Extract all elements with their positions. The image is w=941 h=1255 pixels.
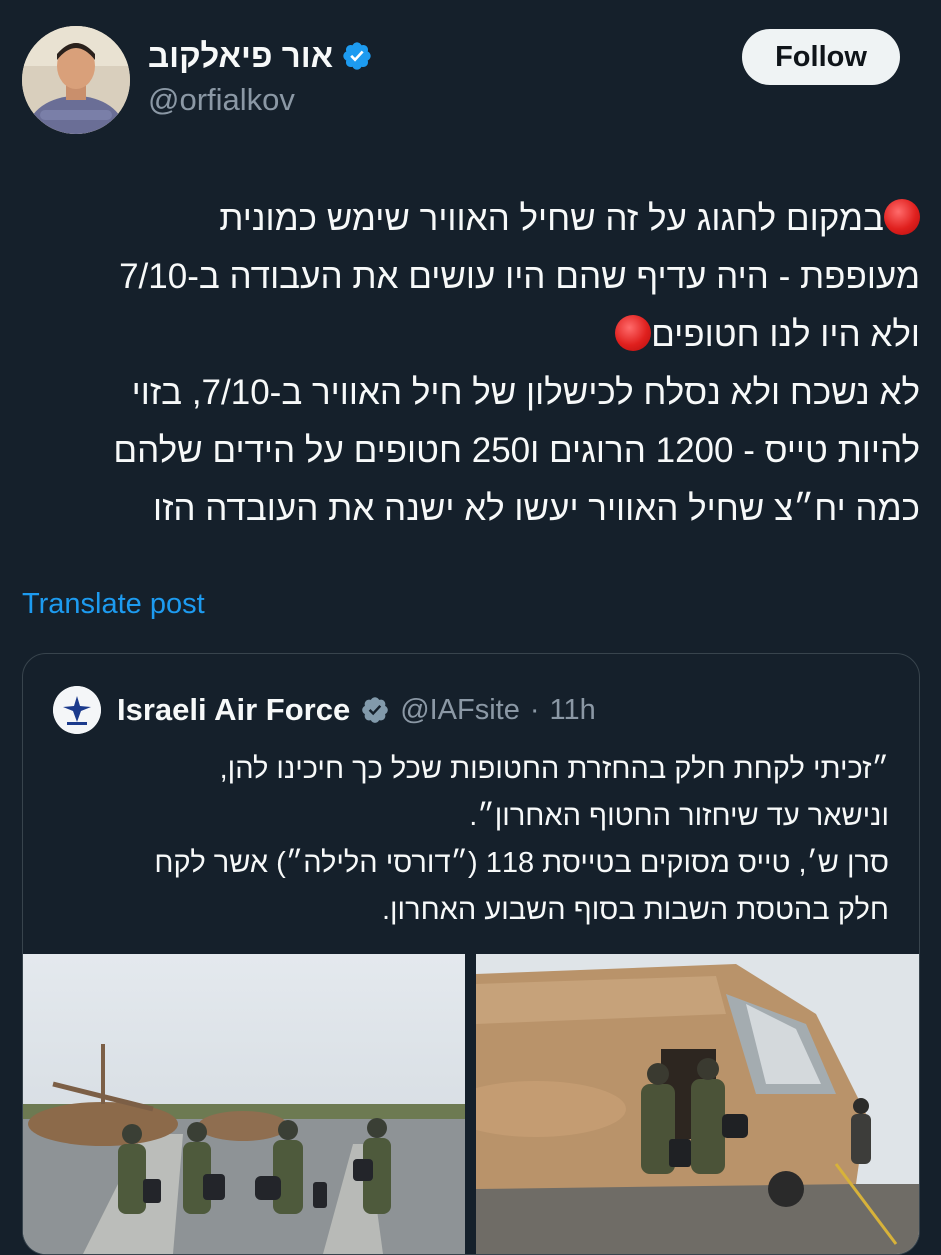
post-text: במקום לחגוג על זה שחיל האוויר שימש כמוני… xyxy=(20,190,920,538)
quoted-tweet-header: Israeli Air Force @IAFsite · 11h xyxy=(53,684,596,736)
quoted-timestamp[interactable]: 11h xyxy=(550,694,596,727)
quoted-author-handle[interactable]: @IAFsite xyxy=(400,694,520,727)
post-line: במקום לחגוג על זה שחיל האוויר שימש כמוני… xyxy=(20,190,920,248)
gray-verified-badge-icon xyxy=(360,695,390,725)
translate-post-link[interactable]: Translate post xyxy=(22,588,205,621)
quoted-line: חלק בהטסת השבות בסוף השבוע האחרון. xyxy=(381,894,889,926)
author-handle[interactable]: @orfialkov xyxy=(148,82,295,118)
red-circle-emoji-icon xyxy=(615,315,652,351)
author-display-name[interactable]: אור פיאלקוב xyxy=(148,37,333,75)
media-image-pilots-walking[interactable] xyxy=(23,954,465,1254)
quoted-line: ונישאר עד שיחזור החטוף האחרון״. xyxy=(469,800,889,832)
follow-button[interactable]: Follow xyxy=(742,29,900,85)
author-name-row: אור פיאלקוב xyxy=(148,34,373,78)
quoted-line: סרן ש׳, טייס מסוקים בטייסת 118 (״דורסי ה… xyxy=(154,847,889,879)
post-line: לא נשכח ולא נסלח לכישלון של חיל האוויר ב… xyxy=(131,373,920,412)
red-circle-emoji-icon xyxy=(884,199,920,235)
quoted-tweet-text: ״זכיתי לקחת חלק בהחזרת החטופות שכל כך חי… xyxy=(53,746,889,934)
quoted-tweet-card[interactable]: Israeli Air Force @IAFsite · 11h ״זכיתי … xyxy=(22,653,920,1255)
post-line: כמה יח״צ שחיל האוויר יעשו לא ישנה את העו… xyxy=(152,489,920,528)
post-line: להיות טייס - 1200 הרוגים ו250 חטופים על … xyxy=(113,431,920,470)
tweet-header: אור פיאלקוב @orfialkov Follow xyxy=(0,0,941,150)
media-image-helicopter[interactable] xyxy=(476,954,919,1254)
verified-badge-icon[interactable] xyxy=(341,40,373,72)
quoted-author-name[interactable]: Israeli Air Force xyxy=(117,692,350,728)
post-line: ולא היו לנו חטופים xyxy=(20,306,920,364)
quoted-line: ״זכיתי לקחת חלק בהחזרת החטופות שכל כך חי… xyxy=(219,753,889,785)
author-avatar[interactable] xyxy=(22,26,130,134)
separator-dot: · xyxy=(529,693,540,726)
post-line: מעופפת - היה עדיף שהם היו עושים את העבוד… xyxy=(119,257,920,296)
iaf-avatar[interactable] xyxy=(53,686,101,734)
